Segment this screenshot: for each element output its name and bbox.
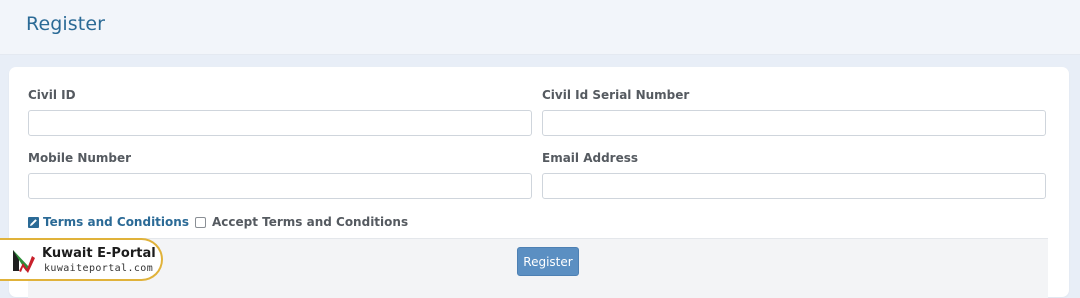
register-button[interactable]: Register (517, 247, 579, 276)
email-address-input[interactable] (542, 173, 1046, 199)
kuwait-eportal-watermark: Kuwait E-Portal kuwaiteportal.com (0, 238, 163, 281)
page-header: Register (0, 0, 1080, 55)
civil-id-serial-label: Civil Id Serial Number (542, 88, 690, 102)
terms-row: Terms and Conditions Accept Terms and Co… (28, 214, 408, 230)
kuwait-eportal-logo-icon (13, 250, 35, 273)
civil-id-label: Civil ID (28, 88, 76, 102)
terms-and-conditions-link[interactable]: Terms and Conditions (43, 215, 189, 229)
edit-icon (28, 216, 39, 228)
email-address-label: Email Address (542, 151, 639, 165)
page-title: Register (26, 13, 106, 35)
accept-terms-label: Accept Terms and Conditions (211, 215, 409, 229)
mobile-number-input[interactable] (28, 173, 532, 199)
civil-id-serial-input[interactable] (542, 110, 1046, 136)
watermark-url: kuwaiteportal.com (44, 263, 154, 274)
accept-terms-checkbox[interactable] (194, 216, 206, 228)
watermark-name: Kuwait E-Portal (42, 246, 156, 261)
register-form-card: Civil ID Civil Id Serial Number Mobile N… (9, 67, 1069, 298)
form-footer: Register (28, 238, 1048, 298)
civil-id-input[interactable] (28, 110, 532, 136)
mobile-number-label: Mobile Number (28, 151, 132, 165)
